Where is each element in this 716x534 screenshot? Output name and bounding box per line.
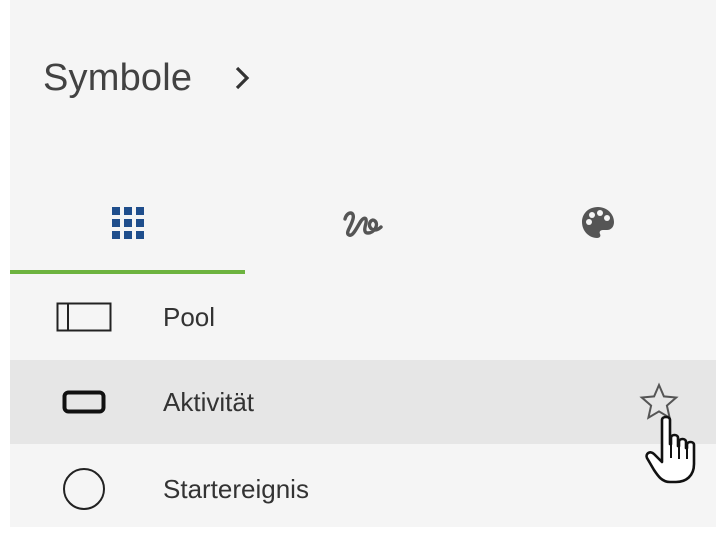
pool-shape-icon xyxy=(54,292,114,342)
symbols-panel: Symbole Pool Aktivität Startereignis xyxy=(10,0,716,527)
start-event-circle-icon xyxy=(54,464,114,514)
list-item-pool[interactable]: Pool xyxy=(10,274,716,360)
chevron-right-icon[interactable] xyxy=(228,64,256,92)
scribble-icon xyxy=(341,205,385,246)
list-item-label: Startereignis xyxy=(163,473,309,504)
symbols-header[interactable]: Symbole xyxy=(43,48,256,108)
tab-colors[interactable] xyxy=(480,176,715,274)
tab-freehand[interactable] xyxy=(245,176,480,274)
activity-shape-icon xyxy=(54,377,114,427)
list-item-label: Pool xyxy=(163,301,216,332)
list-item-startereignis[interactable]: Startereignis xyxy=(10,444,716,534)
symbol-tabs xyxy=(10,176,716,274)
palette-icon xyxy=(580,205,616,246)
list-item-label: Aktivität xyxy=(163,386,255,417)
list-item-aktivitaet[interactable]: Aktivität xyxy=(10,360,716,444)
star-outline-icon[interactable] xyxy=(634,377,684,427)
symbol-list: Pool Aktivität Startereignis xyxy=(10,274,716,534)
panel-title: Symbole xyxy=(43,56,193,99)
tab-symbols-grid[interactable] xyxy=(10,176,245,274)
grid-icon xyxy=(111,206,144,244)
